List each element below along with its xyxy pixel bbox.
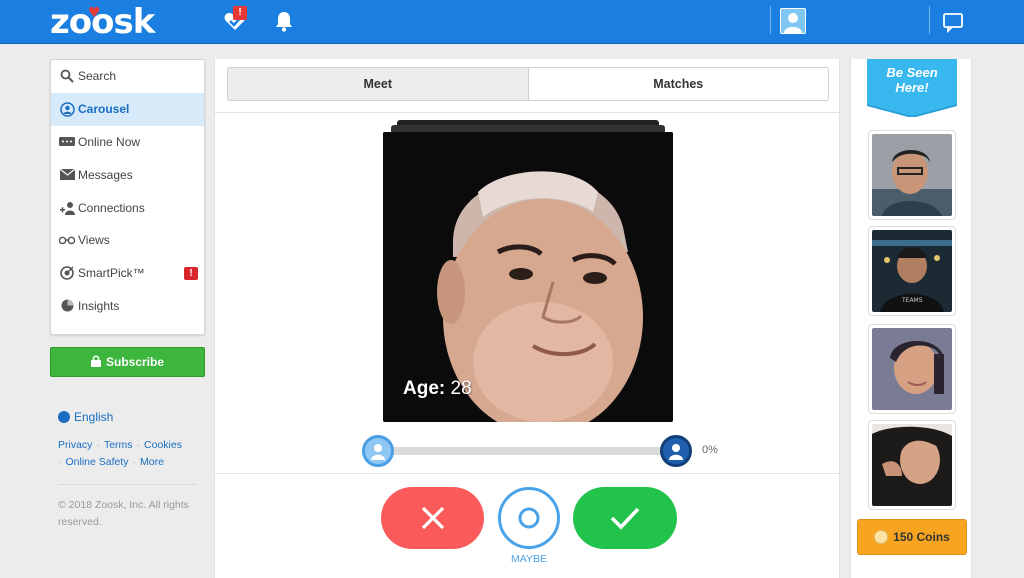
more-link[interactable]: More	[140, 456, 164, 468]
sidebar-item-label: Insights	[78, 298, 120, 313]
zoosk-logo[interactable]: zoosk ♥	[50, 2, 155, 42]
top-navigation-bar: zoosk ♥ !	[0, 0, 1024, 44]
profile-thumbnail-image	[872, 134, 952, 216]
lock-icon	[90, 354, 101, 370]
privacy-link[interactable]: Privacy	[58, 439, 92, 451]
sidebar-item-messages[interactable]: Messages	[51, 158, 204, 191]
sidebar-item-label: Messages	[78, 167, 133, 182]
coins-label: 150 Coins	[893, 530, 950, 544]
no-button[interactable]	[381, 487, 484, 549]
tab-bar: Meet Matches	[227, 67, 829, 101]
chat-icon[interactable]	[940, 9, 966, 35]
be-seen-here-banner[interactable]: Be Seen Here!	[866, 59, 958, 119]
sidebar-nav: Search Carousel Online Now Messages Conn…	[50, 59, 205, 335]
sidebar-item-views[interactable]: Views	[51, 224, 204, 257]
language-label: English	[74, 410, 114, 424]
notification-badge: !	[233, 6, 247, 20]
copyright-text: © 2018 Zoosk, Inc. All rights reserved.	[58, 499, 189, 528]
tab-matches[interactable]: Matches	[528, 68, 828, 100]
cookies-link[interactable]: Cookies	[144, 439, 182, 451]
smartpick-alert-badge: !	[184, 266, 198, 280]
age-label: Age: 28	[403, 378, 472, 400]
circle-icon	[518, 507, 540, 529]
yes-button[interactable]	[573, 487, 677, 549]
be-seen-line2: Here!	[895, 80, 929, 95]
sidebar-item-carousel[interactable]: Carousel	[51, 92, 204, 126]
logo-text: zoosk	[50, 2, 155, 42]
match-slider[interactable]	[362, 435, 692, 467]
person-icon	[371, 444, 385, 460]
sidebar-item-search[interactable]: Search	[51, 60, 204, 93]
user-avatar-icon[interactable]	[780, 8, 806, 34]
profile-thumbnail-image	[872, 328, 952, 410]
coins-button[interactable]: 150 Coins	[857, 519, 967, 555]
glasses-icon	[59, 232, 75, 248]
subscribe-label: Subscribe	[105, 355, 165, 369]
pie-chart-icon	[59, 298, 75, 314]
slider-track	[378, 447, 676, 455]
profile-thumbnail-image: TEAMS	[872, 230, 952, 312]
spotlight-profile-thumbnail[interactable]: TEAMS	[868, 226, 956, 316]
footer-links: Privacy · Terms · Cookies · Online Safety · Mor…	[58, 439, 182, 468]
envelope-icon	[59, 167, 75, 183]
carousel-icon	[59, 101, 75, 117]
sidebar-item-insights[interactable]: Insights	[51, 290, 204, 323]
language-selector[interactable]: English	[58, 410, 113, 424]
sidebar-item-label: Connections	[78, 200, 145, 215]
coin-icon	[874, 530, 889, 544]
close-icon	[421, 506, 444, 530]
online-safety-link[interactable]: Online Safety	[66, 456, 129, 468]
their-avatar-handle[interactable]	[660, 435, 692, 467]
age-value: 28	[450, 378, 472, 399]
chat-bubble-icon	[59, 134, 75, 150]
right-column: Be Seen Here! TEAMS 150 Coins	[850, 59, 972, 578]
logo-heart-icon: ♥	[88, 5, 101, 21]
sidebar-item-smartpick[interactable]: SmartPick™ !	[51, 257, 204, 290]
subscribe-button[interactable]: Subscribe	[50, 347, 205, 377]
main-panel: Meet Matches Age: 28 0% MAYBE	[214, 59, 840, 578]
profile-photo[interactable]: Age: 28	[383, 132, 673, 422]
header-divider	[770, 6, 771, 34]
search-icon	[59, 68, 75, 84]
spotlight-profile-thumbnail[interactable]	[868, 324, 956, 414]
bell-icon[interactable]	[271, 8, 297, 34]
footer-divider	[58, 484, 197, 485]
sidebar-item-online-now[interactable]: Online Now	[51, 126, 204, 159]
terms-link[interactable]: Terms	[104, 439, 133, 451]
sidebar-item-label: SmartPick™	[78, 266, 145, 281]
sidebar-item-connections[interactable]: Connections	[51, 191, 204, 224]
profile-thumbnail-image	[872, 424, 952, 506]
spotlight-profile-thumbnail[interactable]	[868, 420, 956, 510]
header-divider	[929, 6, 930, 34]
sidebar-item-label: Online Now	[78, 134, 141, 149]
sidebar-item-label: Views	[78, 233, 110, 248]
checkmark-icon	[610, 507, 640, 530]
person-icon	[669, 444, 683, 460]
match-percent: 0%	[702, 444, 718, 456]
age-caption: Age:	[403, 378, 446, 399]
maybe-button[interactable]	[498, 487, 560, 549]
my-avatar-handle[interactable]	[362, 435, 394, 467]
divider	[215, 112, 839, 113]
be-seen-text: Be Seen Here!	[867, 65, 957, 95]
spotlight-profile-thumbnail[interactable]	[868, 130, 956, 220]
tab-meet[interactable]: Meet	[228, 68, 529, 100]
maybe-label: MAYBE	[511, 553, 547, 565]
target-icon	[59, 265, 75, 281]
connections-icon	[59, 200, 75, 216]
globe-icon	[58, 411, 70, 423]
divider	[215, 473, 839, 474]
svg-text:TEAMS: TEAMS	[901, 297, 923, 304]
sidebar-item-label: Carousel	[78, 102, 130, 117]
be-seen-line1: Be Seen	[886, 65, 938, 80]
sidebar-item-label: Search	[78, 69, 117, 84]
